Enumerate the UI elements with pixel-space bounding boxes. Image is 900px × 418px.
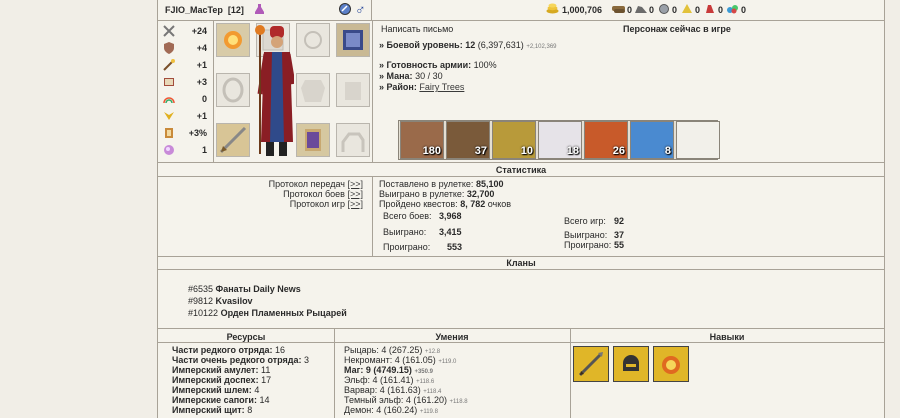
slot-weapon[interactable] [216,123,250,157]
stat-luck: 0 [163,93,213,107]
luck-icon [163,93,175,105]
ore-icon [634,3,648,14]
talent-sword-icon[interactable] [573,346,609,382]
battles-won-value: 3,415 [439,227,462,237]
stat-attack: +24 [163,25,213,39]
online-status: Персонаж сейчас в игре [623,24,731,34]
mercury-icon [657,3,671,14]
protocol-battles-link[interactable]: [>>] [347,189,363,199]
hero-figure [252,20,296,162]
slot-ring[interactable] [296,23,330,57]
district-link[interactable]: Fairy Trees [419,82,464,92]
resources-title: Ресурсы [226,332,266,342]
games-total-value: 92 [614,216,625,226]
slot-head[interactable] [216,23,250,57]
battles-won-label: Выиграно: [383,227,427,237]
defense-icon [163,42,175,54]
stat-defense: +4 [163,42,213,56]
resource-item: Части очень редкого отряда: 3 [172,355,310,365]
battles-total-label: Всего боев: [383,211,432,221]
wood-icon [612,3,626,14]
resource-item: Имперский амулет: 11 [172,365,271,375]
mana-line: » Мана: 30 / 30 [379,71,443,81]
skill-item: Демон: 4 (160.24) +119.8 [344,405,438,415]
spellpower-icon [163,59,175,71]
morale-icon [163,110,175,122]
slot-armor[interactable] [296,73,330,107]
attack-icon [163,25,175,37]
army-ready-line: » Готовность армии: 100% [379,60,497,70]
clan-item[interactable]: #10122 Орден Пламенных Рыцарей [188,308,347,318]
protocol-battles: Протокол боев [>>] [283,189,363,199]
skill-item: Некромант: 4 (161.05) +119.0 [344,355,457,365]
army-slot-5[interactable]: 26 [584,121,628,159]
stat-mana: 1 [163,144,213,158]
resource-item: Имперский доспех: 17 [172,375,272,385]
combat-level-line: » Боевой уровень: 12 (6,397,631) +2,102,… [379,40,557,50]
games-lost-label: Проиграно: [564,240,612,250]
army-slot-empty [676,121,720,159]
skill-item: Маг: 9 (4749.15) +350.9 [344,365,433,375]
quests-done: Пройдено квестов: 8, 782 очков [379,199,512,209]
protocol-transfers-link[interactable]: [>>] [347,179,363,189]
stat-morale: +1 [163,110,213,124]
district-line: » Район: Fairy Trees [379,82,465,92]
slot-book[interactable] [336,23,370,57]
slot-mount[interactable] [336,123,370,157]
gold-amount: 1,000,706 [562,5,603,15]
resource-item: Имперский шлем: 4 [172,385,260,395]
skill-item: Варвар: 4 (161.63) +118.4 [344,385,442,395]
army-slot-6[interactable]: 8 [630,121,674,159]
army-slot-1[interactable]: 180 [400,121,444,159]
games-total-label: Всего игр: [564,216,606,226]
skill-item: Темный эльф: 4 (161.20) +118.8 [344,395,468,405]
mana-icon [163,144,175,156]
army-slot-3[interactable]: 10 [492,121,536,159]
knowledge-icon [163,76,175,88]
army-slot-4[interactable]: 18 [538,121,582,159]
statistics-title: Статистика [495,165,547,175]
games-won-label: Выиграно: [564,230,608,240]
protocol-games: Протокол игр [>>] [289,199,363,209]
battles-total-value: 3,968 [439,211,462,221]
slot-backpack[interactable] [336,73,370,107]
battles-lost-value: 553 [447,242,463,252]
gems-icon [726,3,740,14]
stat-initiative: +3% [163,127,213,141]
clans-title: Кланы [506,258,536,268]
talent-fire-icon[interactable] [653,346,689,382]
profile-frame: FJIO_MacTep [12] ♂ 1,000,706 0 0 0 0 0 0… [157,0,885,418]
resource-item: Имперские сапоги: 14 [172,395,270,405]
roulette-bet: Поставлено в рулетке: 85,100 [379,179,504,189]
protocol-transfers: Протокол передач [>>] [268,179,363,189]
sulfur-icon [680,3,694,14]
stat-spellpower: +1 [163,59,213,73]
battles-lost-label: Проиграно: [383,242,431,252]
resource-item: Имперский щит: 8 [172,405,253,415]
roulette-won: Выиграно в рулетке: 32,700 [379,189,495,199]
initiative-icon [163,127,175,139]
slot-weapon-left[interactable] [216,73,250,107]
crystal-icon [703,3,717,14]
resource-item: Части редкого отряда: 16 [172,345,286,355]
skills-title: Умения [435,332,469,342]
gold-icon [546,3,559,14]
slot-scroll[interactable] [296,123,330,157]
protocol-games-link[interactable]: [>>] [347,199,363,209]
race-icon [339,3,351,15]
games-won-value: 37 [614,230,625,240]
clan-item[interactable]: #6535 Фанаты Daily News [188,284,301,294]
stat-knowledge: +3 [163,76,213,90]
male-icon: ♂ [355,1,366,17]
clan-item[interactable]: #9812 Kvasilov [188,296,253,306]
talents-title: Навыки [709,332,745,342]
player-nick[interactable]: FJIO_MacTep [12] [165,5,244,15]
talent-helmet-icon[interactable] [613,346,649,382]
games-lost-value: 55 [614,240,625,250]
skill-item: Эльф: 4 (161.41) +118.6 [344,375,435,385]
army-slot-2[interactable]: 37 [446,121,490,159]
write-letter-link[interactable]: Написать письмо [381,24,453,34]
skill-item: Рыцарь: 4 (267.25) +12.8 [344,345,441,355]
potion-icon [255,4,264,14]
